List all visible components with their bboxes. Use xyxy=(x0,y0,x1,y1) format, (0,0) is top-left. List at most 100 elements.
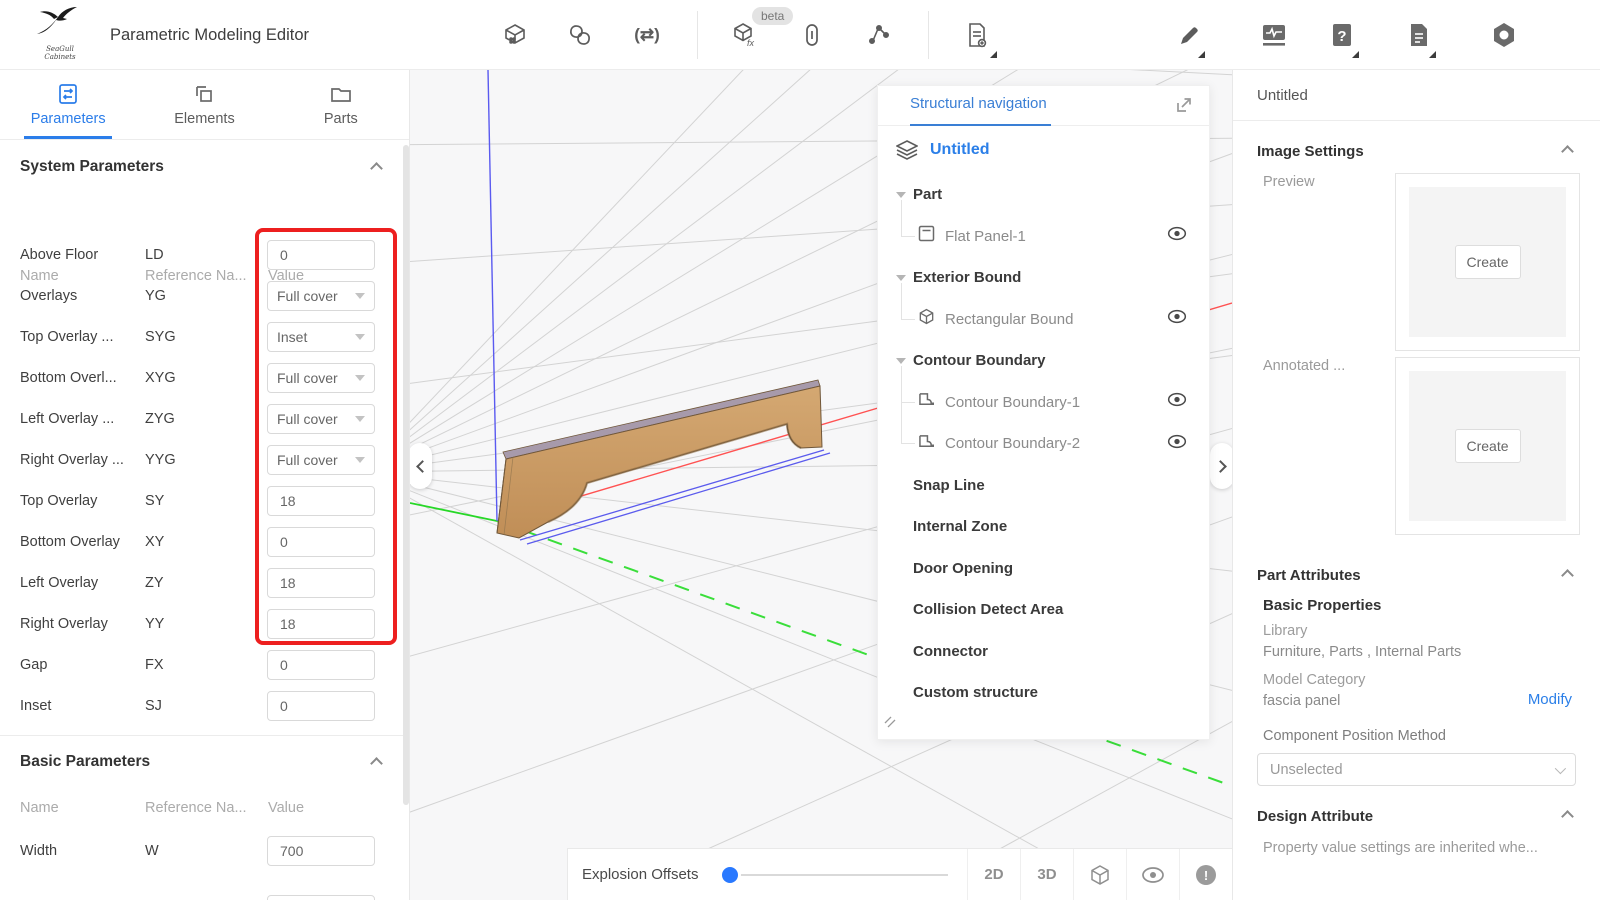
app-logo[interactable]: SeaGull Cabinets xyxy=(28,6,92,64)
tab-parameters[interactable]: Parameters xyxy=(0,70,136,139)
param-value-select[interactable]: Full cover xyxy=(267,363,375,393)
param-value-input[interactable] xyxy=(267,650,375,680)
visibility-eye-icon[interactable] xyxy=(1167,309,1187,329)
tree-group-connector[interactable]: Connector xyxy=(878,631,1209,673)
flat-panel-icon xyxy=(918,225,935,247)
visibility-eye-icon[interactable] xyxy=(1167,392,1187,412)
tree-root-label[interactable]: Untitled xyxy=(930,141,990,159)
tree-item-contour-boundary-1[interactable]: Contour Boundary-1 xyxy=(878,382,1209,424)
annotated-label: Annotated ... xyxy=(1263,358,1345,374)
dropdown-corner-icon[interactable] xyxy=(1352,51,1359,58)
create-annotated-button[interactable]: Create xyxy=(1455,429,1521,463)
param-value-input[interactable] xyxy=(267,527,375,557)
fascia-panel-model[interactable] xyxy=(497,380,822,538)
param-value-input[interactable] xyxy=(267,895,375,900)
svg-text:fx: fx xyxy=(747,38,755,48)
param-value-select[interactable]: Inset xyxy=(267,322,375,352)
structural-nav-tab[interactable]: Structural navigation xyxy=(910,95,1047,112)
swap-parentheses-icon[interactable]: (⇄) xyxy=(632,20,662,50)
param-name: Width xyxy=(20,843,57,859)
tree-group-custom-structure[interactable]: Custom structure xyxy=(878,672,1209,714)
branch-icon[interactable] xyxy=(864,20,894,50)
image-settings-section: Image Settings xyxy=(1233,129,1600,173)
param-ref: XY xyxy=(145,534,164,550)
tree-group-contour-boundary[interactable]: Contour Boundary xyxy=(878,340,1209,382)
dropdown-corner-icon[interactable] xyxy=(1198,51,1205,58)
param-value-input[interactable] xyxy=(267,609,375,639)
panel-resize-handle[interactable] xyxy=(884,715,896,733)
explosion-offsets-slider[interactable] xyxy=(720,865,948,885)
tree-group-internal-zone[interactable]: Internal Zone xyxy=(878,506,1209,548)
caret-down-icon[interactable] xyxy=(896,192,906,198)
slider-track[interactable] xyxy=(720,874,948,876)
design-attribute-title: Design Attribute xyxy=(1257,808,1373,825)
collapse-left-panel-button[interactable] xyxy=(410,443,432,489)
caret-down-icon[interactable] xyxy=(896,358,906,364)
knot-icon[interactable] xyxy=(565,20,595,50)
collapse-section-icon[interactable] xyxy=(1561,810,1574,823)
tree-group-collision-detect-area[interactable]: Collision Detect Area xyxy=(878,589,1209,631)
collapse-section-icon[interactable] xyxy=(1561,569,1574,582)
param-ref: W xyxy=(145,843,159,859)
left-panel-scrollbar[interactable] xyxy=(403,145,409,805)
view-buttons: 2D 3D ! xyxy=(967,849,1232,900)
create-preview-button[interactable]: Create xyxy=(1455,245,1521,279)
view-2d-button[interactable]: 2D xyxy=(967,849,1020,900)
param-value-input[interactable] xyxy=(267,568,375,598)
tree-group-snap-line[interactable]: Snap Line xyxy=(878,465,1209,507)
caret-down-icon[interactable] xyxy=(896,275,906,281)
alert-button[interactable]: ! xyxy=(1179,849,1232,900)
view-3d-button[interactable]: 3D xyxy=(1020,849,1073,900)
parameter-row: Right Overlay YY xyxy=(0,603,409,644)
tree-group-door-opening[interactable]: Door Opening xyxy=(878,548,1209,590)
help-icon[interactable]: ? xyxy=(1327,20,1357,50)
svg-text:?: ? xyxy=(1337,28,1346,45)
tab-elements-label: Elements xyxy=(174,111,234,127)
expand-right-panel-button[interactable] xyxy=(1210,443,1232,489)
tree-group-part[interactable]: Part xyxy=(878,174,1209,216)
preview-row: Preview Create xyxy=(1233,173,1600,357)
slider-thumb[interactable] xyxy=(722,867,738,883)
annotated-image-box: Create xyxy=(1395,357,1580,535)
monitor-pulse-icon[interactable] xyxy=(1259,20,1289,50)
tree-item-contour-boundary-2[interactable]: Contour Boundary-2 xyxy=(878,423,1209,465)
param-name: Bottom Overl... xyxy=(20,370,117,386)
param-value-input[interactable] xyxy=(267,486,375,516)
link-icon[interactable] xyxy=(797,20,827,50)
visibility-button[interactable] xyxy=(1126,849,1179,900)
component-position-select[interactable]: Unselected xyxy=(1257,753,1576,786)
expand-panel-icon[interactable] xyxy=(1175,96,1193,119)
cube-components-icon[interactable] xyxy=(500,20,530,50)
param-value-select[interactable]: Full cover xyxy=(267,445,375,475)
seagull-icon xyxy=(33,6,87,40)
tree-item-rectangular-bound[interactable]: Rectangular Bound xyxy=(878,299,1209,341)
tree-group-exterior-bound[interactable]: Exterior Bound xyxy=(878,257,1209,299)
basic-parameters-rows: Width W xyxy=(0,830,409,900)
param-name: Right Overlay ... xyxy=(20,452,124,468)
visibility-eye-icon[interactable] xyxy=(1167,226,1187,246)
nut-icon[interactable] xyxy=(1489,20,1519,50)
tree-item-flat-panel[interactable]: Flat Panel-1 xyxy=(878,216,1209,258)
param-value-select[interactable]: Full cover xyxy=(267,404,375,434)
collapse-section-icon[interactable] xyxy=(370,757,383,770)
param-value-select[interactable]: Full cover xyxy=(267,281,375,311)
collapse-section-icon[interactable] xyxy=(1561,145,1574,158)
param-value-input[interactable] xyxy=(267,240,375,270)
cube-view-button[interactable] xyxy=(1073,849,1126,900)
tab-parts[interactable]: Parts xyxy=(273,70,409,139)
pencil-icon[interactable] xyxy=(1175,20,1205,50)
tree-connector xyxy=(901,283,915,320)
visibility-eye-icon[interactable] xyxy=(1167,434,1187,454)
dropdown-corner-icon[interactable] xyxy=(1429,51,1436,58)
param-value-input[interactable] xyxy=(267,836,375,866)
document-new-icon[interactable] xyxy=(962,20,992,50)
cube-fx-icon[interactable]: fx xyxy=(730,20,760,50)
modify-link[interactable]: Modify xyxy=(1528,691,1572,708)
parameter-row: Width W xyxy=(0,830,409,871)
tab-elements[interactable]: Elements xyxy=(136,70,272,139)
param-value-input[interactable] xyxy=(267,691,375,721)
tree-root-row[interactable]: Untitled xyxy=(878,126,1209,174)
document-lines-icon[interactable] xyxy=(1404,20,1434,50)
dropdown-corner-icon[interactable] xyxy=(990,51,997,58)
collapse-section-icon[interactable] xyxy=(370,162,383,175)
